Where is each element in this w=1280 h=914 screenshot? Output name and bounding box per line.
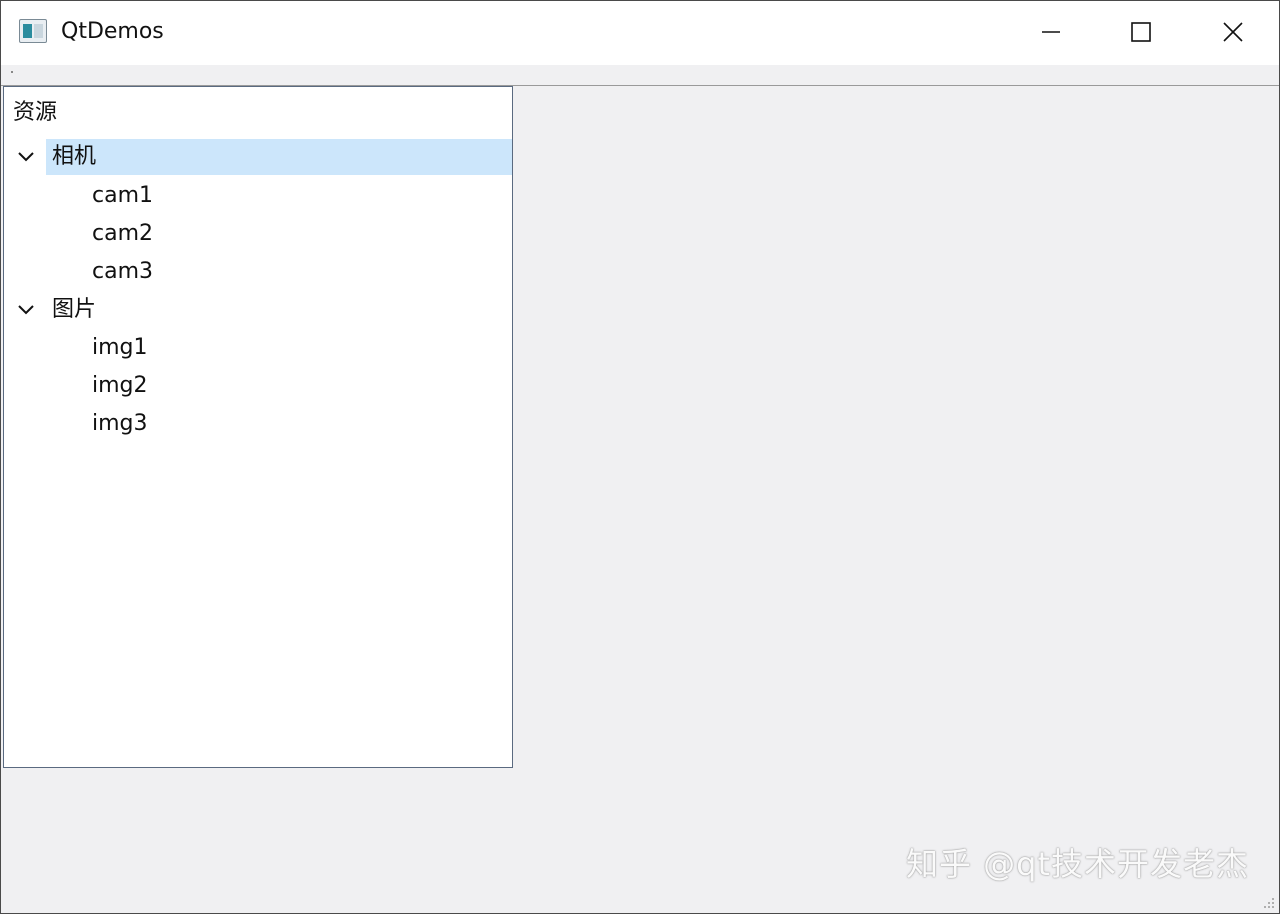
tree-item-label: 相机: [52, 144, 97, 169]
main-window: QtDemos 资源 相机 cam1 cam2 cam3 图片 img1 img…: [0, 0, 1280, 914]
minimize-button[interactable]: [1005, 1, 1097, 63]
chevron-down-icon[interactable]: [16, 300, 36, 320]
resize-grip-icon[interactable]: [1263, 897, 1275, 909]
tree-item-label: cam1: [92, 183, 154, 208]
app-window-icon: [19, 19, 47, 43]
tree-item-img1[interactable]: img1: [4, 330, 512, 366]
menu-bar-handle: [11, 71, 13, 73]
close-icon: [1223, 22, 1243, 42]
close-button[interactable]: [1187, 1, 1279, 63]
watermark-text: 知乎 @qt技术开发老杰: [905, 845, 1249, 883]
tree-header: 资源: [13, 100, 58, 125]
tree-item-cam3[interactable]: cam3: [4, 254, 512, 290]
tree-item-img2[interactable]: img2: [4, 368, 512, 404]
maximize-icon: [1131, 22, 1151, 42]
tree-item-cam1[interactable]: cam1: [4, 178, 512, 214]
tree-item-label: cam3: [92, 259, 154, 284]
window-title: QtDemos: [61, 19, 164, 44]
tree-item-label: img1: [92, 335, 148, 360]
resource-tree[interactable]: 资源 相机 cam1 cam2 cam3 图片 img1 img2 img3: [3, 86, 513, 768]
selection-highlight: [46, 139, 512, 175]
tree-item-label: img2: [92, 373, 148, 398]
chevron-down-icon[interactable]: [16, 147, 36, 167]
tree-item-cam2[interactable]: cam2: [4, 216, 512, 252]
tree-item-img3[interactable]: img3: [4, 406, 512, 442]
title-bar[interactable]: QtDemos: [1, 1, 1279, 65]
minimize-icon: [1042, 31, 1060, 33]
menu-bar[interactable]: [1, 65, 1279, 86]
tree-item-label: cam2: [92, 221, 154, 246]
tree-item-images[interactable]: 图片: [4, 292, 512, 328]
tree-item-label: img3: [92, 411, 148, 436]
tree-item-camera[interactable]: 相机: [4, 139, 512, 175]
maximize-button[interactable]: [1095, 1, 1187, 63]
tree-item-label: 图片: [52, 297, 97, 322]
